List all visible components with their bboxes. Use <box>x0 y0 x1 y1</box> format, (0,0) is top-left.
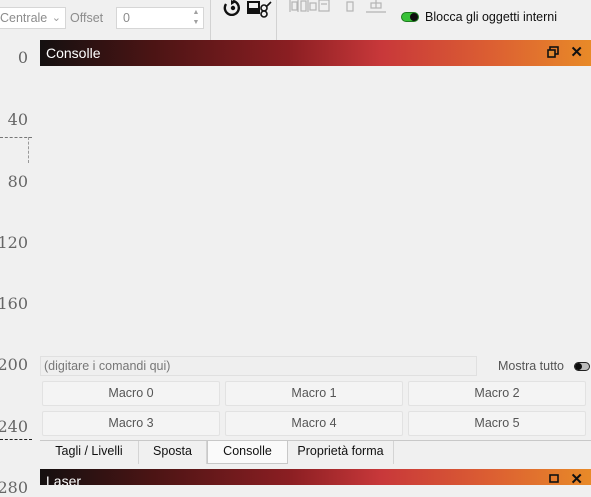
rotate-icon[interactable] <box>222 0 246 16</box>
tab-move[interactable]: Sposta <box>139 441 207 464</box>
macro-5-button[interactable]: Macro 5 <box>408 411 586 436</box>
toggle-knob <box>410 13 418 21</box>
ruler-tick: 0 <box>17 48 28 67</box>
ruler-tick: 80 <box>7 172 28 191</box>
toggle-knob <box>575 363 582 370</box>
close-icon[interactable]: ✕ <box>570 470 583 485</box>
ruler-tick: 40 <box>7 110 28 129</box>
dock-tab-bar: Tagli / Livelli Sposta Consolle Propriet… <box>40 440 591 464</box>
show-all-label: Mostra tutto <box>498 359 564 373</box>
ruler-tick: 120 <box>0 233 28 252</box>
ruler-tick: 200 <box>0 355 28 374</box>
ruler-tick: 240 <box>0 417 28 436</box>
align-combo[interactable]: Centrale ⌄ <box>0 7 66 29</box>
console-titlebar[interactable]: Consolle ✕ <box>40 40 591 66</box>
ruler-guide-line <box>28 137 29 163</box>
laser-title: Laser <box>46 473 82 485</box>
spin-arrows-icon[interactable]: ▲ ▼ <box>191 8 201 28</box>
align-combo-value: Centrale <box>0 11 48 25</box>
ruler-guide-line <box>0 439 32 440</box>
float-window-icon[interactable] <box>547 474 559 484</box>
console-output-area <box>40 66 591 352</box>
macro-2-button[interactable]: Macro 2 <box>408 381 586 406</box>
close-icon[interactable]: ✕ <box>570 43 583 61</box>
console-title: Consolle <box>46 45 101 61</box>
tab-console[interactable]: Consolle <box>207 441 288 464</box>
tab-cuts-layers[interactable]: Tagli / Livelli <box>40 441 139 464</box>
command-input[interactable] <box>40 356 477 376</box>
vertical-ruler: 0 40 80 120 160 200 240 280 <box>0 40 34 497</box>
macro-1-button[interactable]: Macro 1 <box>225 381 403 406</box>
offset-value: 0 <box>123 11 130 25</box>
macro-0-button[interactable]: Macro 0 <box>42 381 220 406</box>
macro-3-button[interactable]: Macro 3 <box>42 411 220 436</box>
macro-4-button[interactable]: Macro 4 <box>225 411 403 436</box>
ruler-tick: 280 <box>0 478 28 497</box>
lock-inner-objects-label: Blocca gli oggetti interni <box>425 10 558 24</box>
toolbar-divider <box>276 0 277 40</box>
lock-inner-objects-toggle[interactable] <box>401 12 419 22</box>
chevron-down-icon: ⌄ <box>51 12 61 24</box>
laser-titlebar[interactable]: Laser ✕ <box>40 469 591 485</box>
offset-spinbox[interactable]: 0 ▲ ▼ <box>116 7 204 29</box>
operations-icon[interactable] <box>246 0 272 18</box>
toolbar-divider <box>210 0 211 40</box>
tab-shape-properties[interactable]: Proprietà forma <box>288 441 394 464</box>
ruler-tick: 160 <box>0 294 28 313</box>
float-window-icon[interactable] <box>547 46 559 58</box>
distribute-icons[interactable] <box>288 0 398 16</box>
show-all-toggle[interactable] <box>574 362 590 371</box>
offset-label: Offset <box>70 11 104 25</box>
